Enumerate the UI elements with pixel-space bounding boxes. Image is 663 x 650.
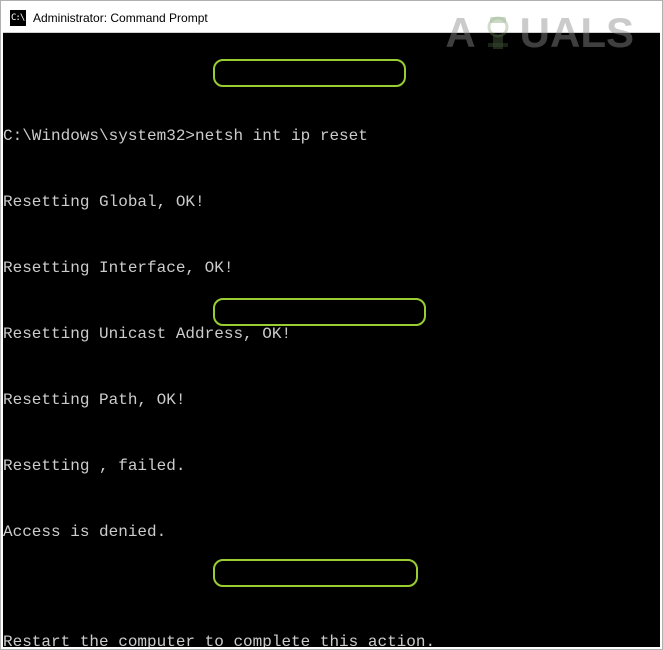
terminal-output[interactable]: C:\Windows\system32>netsh int ip reset R… [3,33,660,647]
command-prompt-window: C:\. Administrator: Command Prompt C:\Wi… [3,3,660,647]
cmd-icon: C:\. [10,10,26,26]
image-border: C:\. Administrator: Command Prompt C:\Wi… [0,0,663,650]
terminal-line: Resetting Global, OK! [3,191,660,213]
terminal-line: Restart the computer to complete this ac… [3,631,660,647]
terminal-line: Access is denied. [3,521,660,543]
terminal-line: Resetting , failed. [3,455,660,477]
terminal-line: Resetting Interface, OK! [3,257,660,279]
terminal-line: C:\Windows\system32>netsh int ip reset [3,125,660,147]
terminal-line: Resetting Path, OK! [3,389,660,411]
titlebar[interactable]: C:\. Administrator: Command Prompt [3,3,660,33]
terminal-line: Resetting Unicast Address, OK! [3,323,660,345]
window-title: Administrator: Command Prompt [33,11,208,25]
